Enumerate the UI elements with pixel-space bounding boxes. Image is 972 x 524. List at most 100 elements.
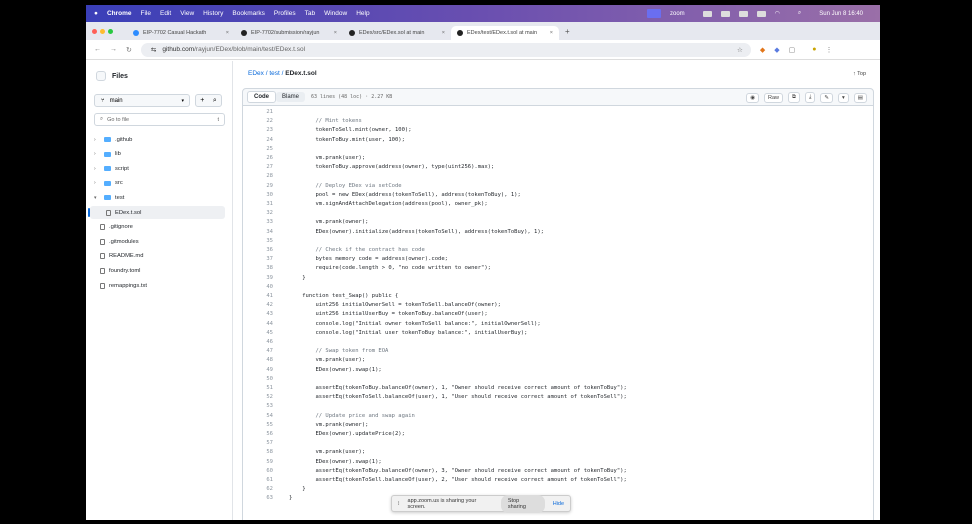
- close-tab-icon[interactable]: ×: [334, 30, 337, 36]
- line-number[interactable]: 60: [243, 467, 273, 476]
- search-icon[interactable]: ⌕: [213, 97, 217, 105]
- cloud-icon[interactable]: [720, 10, 730, 17]
- menu-history[interactable]: History: [203, 10, 223, 17]
- file-tree-item[interactable]: EDex.t.sol: [88, 206, 225, 219]
- browser-tab[interactable]: EDex/src/EDex.sol at main ×: [343, 26, 451, 40]
- line-number[interactable]: 25: [243, 145, 273, 154]
- line-number[interactable]: 44: [243, 320, 273, 329]
- apple-icon[interactable]: ●: [94, 10, 98, 17]
- line-number[interactable]: 36: [243, 246, 273, 255]
- keyboard-icon[interactable]: [738, 10, 748, 17]
- line-number[interactable]: 47: [243, 347, 273, 356]
- line-number[interactable]: 57: [243, 439, 273, 448]
- line-number[interactable]: 27: [243, 163, 273, 172]
- file-tree-item[interactable]: .gitmodules: [90, 235, 225, 248]
- file-tree-item[interactable]: .gitignore: [90, 221, 225, 234]
- line-number[interactable]: 30: [243, 191, 273, 200]
- line-number[interactable]: 52: [243, 393, 273, 402]
- breadcrumb-folder[interactable]: test: [269, 70, 279, 77]
- status-icon[interactable]: [702, 10, 712, 17]
- file-tree-item[interactable]: › .github: [90, 133, 225, 146]
- chevron-down-icon[interactable]: ▾: [838, 92, 849, 103]
- file-tree-item[interactable]: remappings.txt: [90, 279, 225, 292]
- extension-icon[interactable]: ◆: [774, 46, 779, 54]
- browser-tab-active[interactable]: EDex/test/EDex.t.sol at main ×: [451, 26, 559, 40]
- branch-selector[interactable]: ⑂ main ▾: [94, 94, 190, 107]
- line-number[interactable]: 26: [243, 154, 273, 163]
- line-number[interactable]: 50: [243, 375, 273, 384]
- close-tab-icon[interactable]: ×: [226, 30, 229, 36]
- back-icon[interactable]: ←: [94, 46, 101, 53]
- line-number[interactable]: 41: [243, 292, 273, 301]
- menu-view[interactable]: View: [180, 10, 194, 17]
- line-number[interactable]: 63: [243, 494, 273, 503]
- line-number[interactable]: 24: [243, 136, 273, 145]
- file-tree-item[interactable]: README.md: [90, 250, 225, 263]
- wifi-icon[interactable]: ◠: [775, 10, 780, 17]
- line-number[interactable]: 29: [243, 182, 273, 191]
- file-tree-item[interactable]: › src: [90, 177, 225, 190]
- line-number[interactable]: 43: [243, 310, 273, 319]
- bookmark-star-icon[interactable]: ☆: [737, 46, 743, 54]
- breadcrumb-repo[interactable]: EDex: [248, 70, 264, 77]
- site-settings-icon[interactable]: ⇆: [151, 46, 156, 54]
- file-tree-item[interactable]: ▾ test: [90, 191, 225, 204]
- menu-file[interactable]: File: [141, 10, 151, 17]
- line-number[interactable]: 55: [243, 421, 273, 430]
- line-number[interactable]: 33: [243, 218, 273, 227]
- line-number[interactable]: 39: [243, 274, 273, 283]
- tab-blame[interactable]: Blame: [276, 92, 306, 102]
- line-number[interactable]: 58: [243, 448, 273, 457]
- line-number[interactable]: 40: [243, 283, 273, 292]
- line-number[interactable]: 42: [243, 301, 273, 310]
- line-number[interactable]: 62: [243, 485, 273, 494]
- extensions-puzzle-icon[interactable]: ▢: [789, 46, 796, 54]
- raw-button[interactable]: Raw: [764, 92, 784, 103]
- line-number[interactable]: 45: [243, 329, 273, 338]
- line-number[interactable]: 61: [243, 476, 273, 485]
- line-number[interactable]: 54: [243, 412, 273, 421]
- reload-icon[interactable]: ↻: [126, 46, 132, 54]
- line-number[interactable]: 53: [243, 402, 273, 411]
- line-number[interactable]: 23: [243, 126, 273, 135]
- top-link[interactable]: ↑ Top: [853, 71, 866, 77]
- minimize-window-icon[interactable]: [100, 28, 105, 34]
- line-number[interactable]: 31: [243, 200, 273, 209]
- line-number[interactable]: 37: [243, 255, 273, 264]
- forward-icon[interactable]: →: [110, 46, 117, 53]
- download-icon[interactable]: ⤓: [804, 92, 816, 103]
- menu-window[interactable]: Window: [324, 10, 347, 17]
- profile-avatar[interactable]: ●: [812, 46, 816, 53]
- file-tree-item[interactable]: foundry.toml: [90, 264, 225, 277]
- browser-tab[interactable]: EIP-7702 Casual Hackath ×: [127, 26, 235, 40]
- line-number[interactable]: 49: [243, 366, 273, 375]
- menu-profiles[interactable]: Profiles: [274, 10, 296, 17]
- close-window-icon[interactable]: [92, 28, 97, 34]
- copilot-icon[interactable]: ◉: [746, 92, 760, 103]
- more-menu-icon[interactable]: ⋮: [826, 46, 833, 54]
- collapse-sidebar-icon[interactable]: [96, 71, 106, 81]
- add-file-icon[interactable]: +: [200, 97, 204, 104]
- line-number[interactable]: 22: [243, 117, 273, 126]
- copy-icon[interactable]: ⧉: [788, 92, 800, 103]
- menu-tab[interactable]: Tab: [305, 10, 315, 17]
- browser-tab[interactable]: EIP-7702/submission/rayjun ×: [235, 26, 343, 40]
- menu-edit[interactable]: Edit: [160, 10, 171, 17]
- file-tree-item[interactable]: › script: [90, 162, 225, 175]
- line-number[interactable]: 51: [243, 384, 273, 393]
- line-number[interactable]: 46: [243, 338, 273, 347]
- symbols-panel-icon[interactable]: ▤: [853, 92, 867, 103]
- line-number[interactable]: 56: [243, 430, 273, 439]
- line-number[interactable]: 32: [243, 209, 273, 218]
- line-number[interactable]: 28: [243, 172, 273, 181]
- file-tree-item[interactable]: › lib: [90, 148, 225, 161]
- line-number[interactable]: 38: [243, 264, 273, 273]
- drag-handle-icon[interactable]: ⁞: [398, 501, 400, 507]
- close-tab-icon[interactable]: ×: [442, 30, 445, 36]
- screen-share-icon[interactable]: [647, 9, 661, 18]
- battery-icon[interactable]: [756, 10, 766, 17]
- menu-bookmarks[interactable]: Bookmarks: [232, 10, 265, 17]
- hide-button[interactable]: Hide: [553, 501, 564, 507]
- edit-icon[interactable]: ✎: [820, 92, 834, 103]
- search-icon[interactable]: ⌕: [798, 10, 801, 17]
